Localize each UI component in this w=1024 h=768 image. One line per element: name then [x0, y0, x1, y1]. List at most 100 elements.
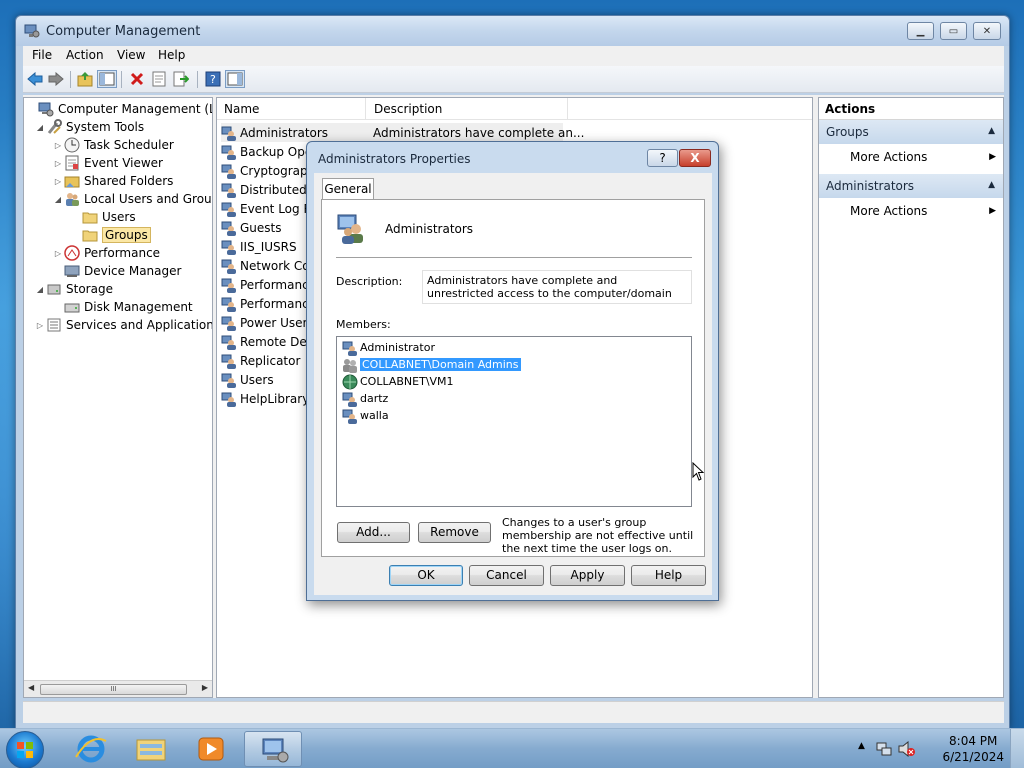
member-item[interactable]: Administrator: [342, 339, 435, 356]
start-button[interactable]: [6, 731, 44, 768]
menu-view[interactable]: View: [117, 48, 145, 62]
column-divider[interactable]: [567, 98, 568, 120]
clock[interactable]: 8:04 PM 6/21/2024: [942, 733, 1004, 765]
table-row[interactable]: Event Log Re: [221, 199, 319, 218]
help-toolbar-button[interactable]: ?: [203, 70, 223, 88]
table-row[interactable]: Power Users: [221, 313, 314, 332]
expand-icon[interactable]: ▷: [52, 141, 64, 150]
tree-item-event-viewer[interactable]: ▷ Event Viewer: [52, 154, 163, 172]
table-row[interactable]: HelpLibraryU: [221, 389, 318, 408]
tree-item-task-scheduler[interactable]: ▷ Task Scheduler: [52, 136, 174, 154]
remove-button[interactable]: Remove: [418, 522, 491, 543]
table-row[interactable]: IIS_IUSRS: [221, 237, 297, 256]
table-row[interactable]: Cryptograph: [221, 161, 315, 180]
tree-item-system-tools[interactable]: ◢ System Tools: [34, 118, 144, 136]
members-label: Members:: [336, 318, 391, 331]
tree-item-services-and-applications[interactable]: ▷ Services and Applications: [34, 316, 212, 334]
tree-item-performance[interactable]: ▷ Performance: [52, 244, 160, 262]
member-item[interactable]: walla: [342, 407, 389, 424]
close-button[interactable]: ✕: [973, 22, 1001, 40]
group-name-cell: Performance: [240, 296, 317, 311]
member-item[interactable]: COLLABNET\Domain Admins: [342, 356, 521, 373]
submenu-arrow-icon: ▶: [989, 152, 996, 162]
back-button[interactable]: [25, 70, 45, 88]
table-row[interactable]: Distributed C: [221, 180, 319, 199]
members-list[interactable]: Administrator COLLABNET\Domain Admins CO…: [336, 336, 692, 507]
menu-help[interactable]: Help: [158, 48, 185, 62]
table-row[interactable]: Network Con: [221, 256, 317, 275]
taskbar-windows-explorer[interactable]: [122, 731, 180, 767]
more-actions-administrators[interactable]: More Actions ▶: [819, 198, 1003, 228]
description-field[interactable]: Administrators have complete and unrestr…: [422, 270, 692, 304]
internet-explorer-icon: [75, 735, 107, 763]
ok-button[interactable]: OK: [389, 565, 463, 586]
table-row[interactable]: Replicator: [221, 351, 300, 370]
tree-item-disk-management[interactable]: Disk Management: [52, 298, 193, 316]
scroll-left-icon[interactable]: ◀: [28, 683, 34, 692]
show-hide-action-pane-button[interactable]: [225, 70, 245, 88]
network-icon[interactable]: [876, 741, 892, 757]
volume-muted-icon[interactable]: [898, 741, 916, 757]
collapse-up-icon[interactable]: ▲: [988, 126, 995, 136]
tree-item-shared-folders[interactable]: ▷ Shared Folders: [52, 172, 173, 190]
show-hide-console-tree-button[interactable]: [97, 70, 117, 88]
actions-section-groups[interactable]: Groups ▲: [819, 120, 1003, 144]
tree-item-groups[interactable]: Groups: [70, 226, 151, 244]
table-row[interactable]: Administrators Administrators have comple…: [221, 123, 584, 142]
table-row[interactable]: Performance: [221, 294, 316, 313]
show-hidden-icons-icon[interactable]: ▲: [858, 741, 865, 751]
expand-icon[interactable]: ▷: [52, 159, 64, 168]
scroll-right-icon[interactable]: ▶: [202, 683, 208, 692]
tree-item-computer-management[interactable]: Computer Management (Local: [26, 100, 212, 118]
group-name-cell: Guests: [240, 220, 282, 235]
minimize-button[interactable]: ▁: [907, 22, 934, 40]
expand-icon[interactable]: ▷: [52, 177, 64, 186]
menu-file[interactable]: File: [32, 48, 52, 62]
title-bar[interactable]: Computer Management ▁ ▭ ✕: [16, 16, 1009, 46]
column-description[interactable]: Description: [374, 102, 442, 116]
table-row[interactable]: Backup Oper: [221, 142, 317, 161]
cancel-button[interactable]: Cancel: [469, 565, 544, 586]
tab-general[interactable]: General: [322, 178, 374, 200]
menu-action[interactable]: Action: [66, 48, 104, 62]
expand-icon[interactable]: ▷: [34, 321, 46, 330]
maximize-button[interactable]: ▭: [940, 22, 967, 40]
table-row[interactable]: Guests: [221, 218, 282, 237]
taskbar-media-player[interactable]: [182, 731, 240, 767]
group-icon: [221, 392, 236, 407]
up-one-level-button[interactable]: [75, 70, 95, 88]
tools-icon: [47, 119, 62, 134]
dialog-help-button[interactable]: ?: [647, 149, 678, 167]
column-divider[interactable]: [365, 98, 366, 120]
tree-horizontal-scrollbar[interactable]: ◀ III ▶: [24, 680, 212, 697]
collapse-icon[interactable]: ◢: [34, 285, 46, 294]
table-row[interactable]: Performance: [221, 275, 316, 294]
forward-button[interactable]: [46, 70, 66, 88]
tree-item-users[interactable]: Users: [70, 208, 136, 226]
help-button[interactable]: Help: [631, 565, 706, 586]
add-button[interactable]: Add...: [337, 522, 410, 543]
dialog-close-button[interactable]: X: [679, 149, 711, 167]
tree-item-device-manager[interactable]: Device Manager: [52, 262, 181, 280]
tree-item-local-users-and-groups[interactable]: ◢ Local Users and Groups: [52, 190, 212, 208]
export-list-button[interactable]: [171, 70, 191, 88]
member-item[interactable]: dartz: [342, 390, 388, 407]
scroll-thumb[interactable]: III: [40, 684, 187, 695]
tree-item-storage[interactable]: ◢ Storage: [34, 280, 113, 298]
column-name[interactable]: Name: [224, 102, 259, 116]
properties-button[interactable]: [149, 70, 169, 88]
apply-button[interactable]: Apply: [550, 565, 625, 586]
collapse-icon[interactable]: ◢: [34, 123, 46, 132]
table-row[interactable]: Users: [221, 370, 274, 389]
expand-icon[interactable]: ▷: [52, 249, 64, 258]
collapse-up-icon[interactable]: ▲: [988, 180, 995, 190]
taskbar-internet-explorer[interactable]: [62, 731, 120, 767]
taskbar-computer-management[interactable]: [244, 731, 302, 767]
delete-button[interactable]: [127, 70, 147, 88]
show-desktop-button[interactable]: [1010, 729, 1024, 768]
more-actions-groups[interactable]: More Actions ▶: [819, 144, 1003, 174]
collapse-icon[interactable]: ◢: [52, 195, 64, 204]
folder-icon: [82, 212, 98, 224]
actions-section-administrators[interactable]: Administrators ▲: [819, 174, 1003, 198]
member-item[interactable]: COLLABNET\VM1: [342, 373, 454, 390]
